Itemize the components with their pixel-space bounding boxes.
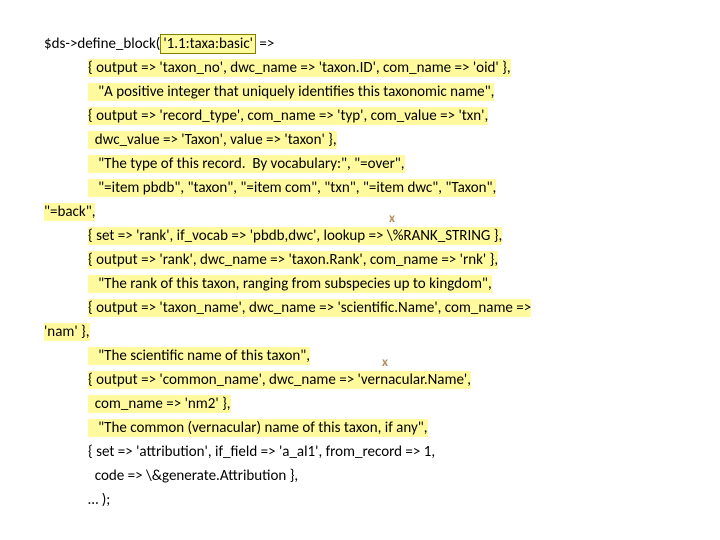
- code-line-4: { output => 'record_type', com_name => '…: [44, 104, 676, 128]
- code-line-5: dwc_value => 'Taxon', value => 'taxon' }…: [44, 128, 676, 152]
- code-line-15: { output => 'common_name', dwc_name => '…: [44, 368, 676, 392]
- code-line-11: "The rank of this taxon, ranging from su…: [44, 272, 676, 296]
- code-line-6: "The type of this record. By vocabulary:…: [44, 152, 676, 176]
- code-line-10: { output => 'rank', dwc_name => 'taxon.R…: [44, 248, 676, 272]
- code-line-7: "=item pbdb", "taxon", "=item com", "txn…: [44, 176, 676, 200]
- code-line-12: { output => 'taxon_name', dwc_name => 's…: [44, 296, 676, 320]
- code-line-14: "The scientific name of this taxon",x: [44, 344, 676, 368]
- code-line-16: com_name => 'nm2' },: [44, 392, 676, 416]
- code-line-1: $ds->define_block('1.1:taxa:basic' =>: [44, 32, 676, 56]
- code-prefix: $ds->define_block(: [44, 35, 160, 53]
- code-line-20: … );: [44, 488, 676, 512]
- code-line-19: code => \&generate.Attribution },: [44, 464, 676, 488]
- code-line-18: { set => 'attribution', if_field => 'a_a…: [44, 440, 676, 464]
- code-line-13: 'nam' },: [44, 320, 676, 344]
- code-line-2: { output => 'taxon_no', dwc_name => 'tax…: [44, 56, 676, 80]
- code-line-3: "A positive integer that uniquely identi…: [44, 80, 676, 104]
- code-line-9: { set => 'rank', if_vocab => 'pbdb,dwc',…: [44, 224, 676, 248]
- block-name-highlighted: '1.1:taxa:basic': [160, 34, 256, 54]
- code-suffix: =>: [256, 35, 274, 53]
- code-line-8: "=back",x: [44, 200, 676, 224]
- code-line-17: "The common (vernacular) name of this ta…: [44, 416, 676, 440]
